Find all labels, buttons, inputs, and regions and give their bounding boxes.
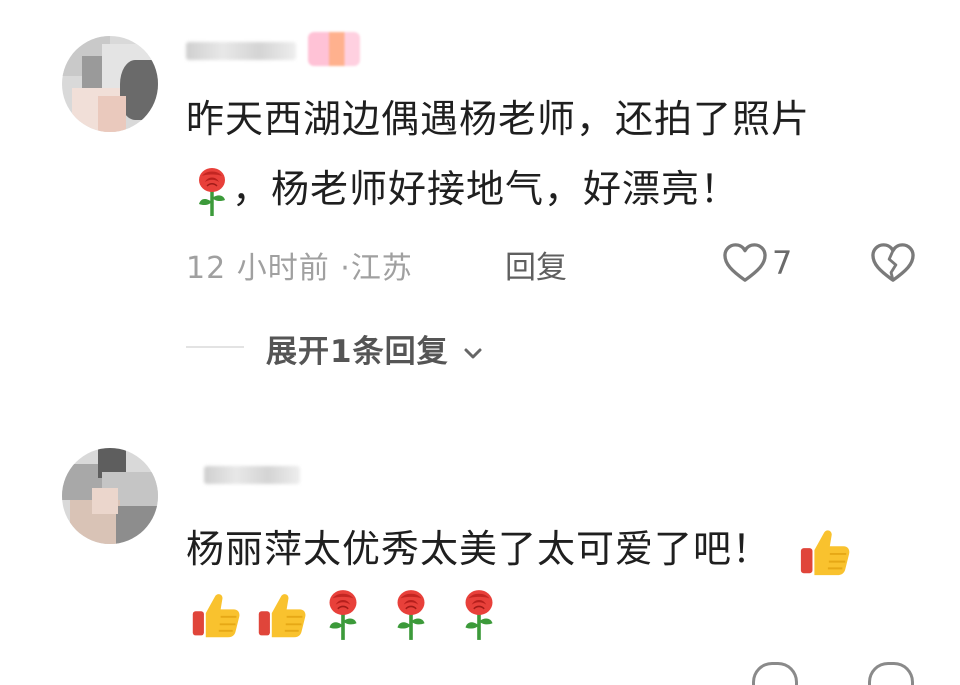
expand-replies-button[interactable]: 展开1条回复 <box>266 326 484 371</box>
comment-text-line: 杨丽萍太优秀太美了太可爱了吧！ <box>186 520 852 579</box>
username-sticker <box>308 32 360 66</box>
thumbs-up-icon <box>798 525 852 579</box>
timestamp: 12 小时前 <box>186 251 330 286</box>
location: 江苏 <box>350 251 413 286</box>
expand-replies-label: 展开1条回复 <box>266 334 449 370</box>
username-redacted[interactable] <box>186 42 296 60</box>
thumbs-up-icon <box>256 589 308 641</box>
reply-button[interactable]: 回复 <box>505 242 567 287</box>
rose-icon <box>458 588 500 642</box>
dislike-button[interactable] <box>870 242 916 284</box>
like-count: 7 <box>772 244 793 282</box>
username-redacted[interactable] <box>204 466 300 484</box>
comment-item: 昨天西湖边偶遇杨老师，还拍了照片 ，杨老师好接地气，好漂亮！ 12 小时前 ·江… <box>0 0 960 400</box>
avatar[interactable] <box>62 448 158 544</box>
like-button[interactable]: 7 <box>722 242 792 284</box>
action-icons-cutoff <box>752 662 914 685</box>
heart-icon <box>722 242 768 284</box>
comment-text: 杨丽萍太优秀太美了太可爱了吧！ <box>186 527 772 571</box>
comment-item: 杨丽萍太优秀太美了太可爱了吧！ <box>0 440 960 685</box>
meta-separator: · <box>340 251 351 286</box>
emoji-row <box>190 588 500 642</box>
comment-meta: 12 小时前 ·江苏 <box>186 243 413 287</box>
thumbs-up-icon <box>190 589 242 641</box>
broken-heart-icon[interactable] <box>868 662 914 685</box>
comment-text-line: 昨天西湖边偶遇杨老师，还拍了照片 <box>186 90 810 148</box>
comment-text-line: ，杨老师好接地气，好漂亮！ <box>192 160 739 218</box>
rose-icon <box>322 588 364 642</box>
rose-icon <box>192 166 232 218</box>
expand-divider <box>186 346 244 348</box>
avatar[interactable] <box>62 36 158 132</box>
rose-icon <box>390 588 432 642</box>
chevron-down-icon <box>464 348 482 358</box>
comment-text: 昨天西湖边偶遇杨老师，还拍了照片 <box>186 97 811 141</box>
comment-text: ，杨老师好接地气，好漂亮！ <box>232 167 740 211</box>
heart-icon[interactable] <box>752 662 798 685</box>
